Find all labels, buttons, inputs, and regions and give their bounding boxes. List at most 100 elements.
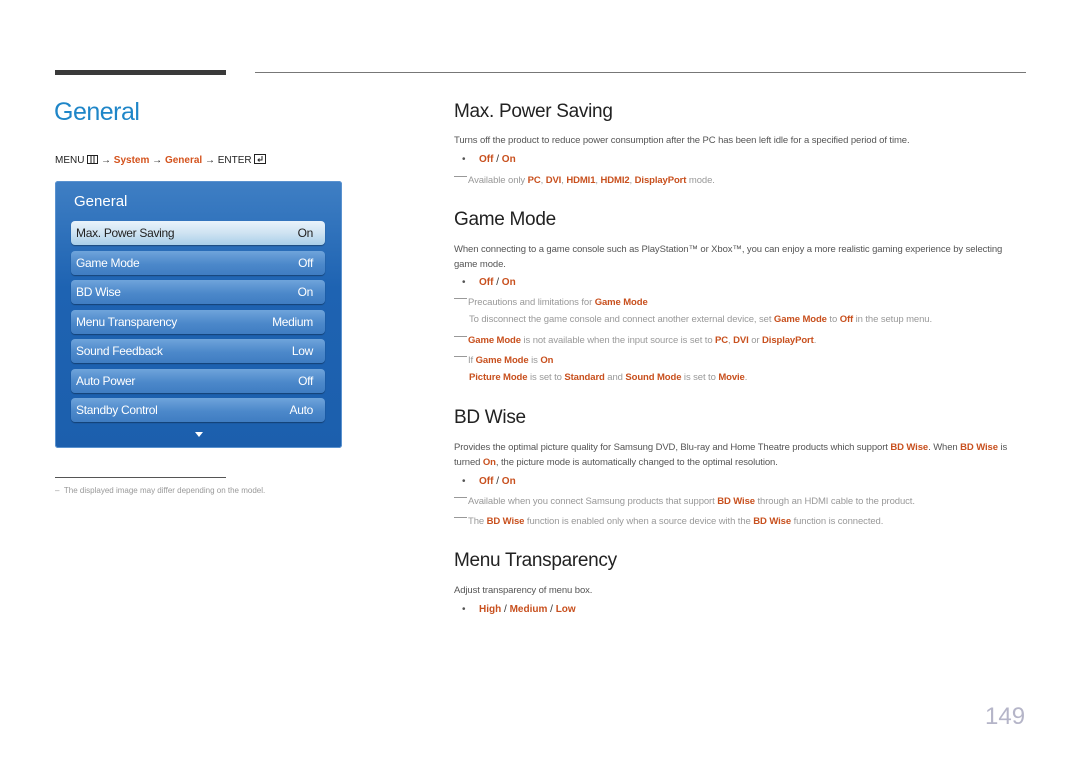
note-dash-icon bbox=[454, 336, 467, 337]
osd-item-value: Low bbox=[291, 344, 313, 358]
note-hl: Sound Mode bbox=[625, 372, 682, 383]
breadcrumb-system: System bbox=[113, 155, 150, 166]
bullet-icon: • bbox=[462, 476, 466, 487]
osd-title: General bbox=[74, 193, 128, 210]
note-text: function is connected. bbox=[791, 516, 884, 527]
desc-text: Provides the optimal picture quality for… bbox=[454, 442, 891, 453]
note-hl: HDMI2 bbox=[600, 175, 630, 186]
options-list: • Off / On bbox=[462, 154, 516, 165]
note: The BD Wise function is enabled only whe… bbox=[454, 516, 883, 527]
section-title-game-mode: Game Mode bbox=[454, 209, 556, 230]
note-hl: Game Mode bbox=[594, 297, 648, 308]
osd-item-menu-transparency[interactable]: Menu Transparency Medium bbox=[71, 310, 325, 334]
option: Low bbox=[555, 604, 576, 615]
enter-icon bbox=[254, 154, 267, 167]
desc-hl: On bbox=[482, 456, 496, 468]
note-hl: Picture Mode bbox=[469, 372, 528, 383]
note-hl: On bbox=[540, 355, 554, 366]
note: Available when you connect Samsung produ… bbox=[454, 496, 915, 507]
note-dash-icon bbox=[454, 176, 467, 177]
option-separator: / bbox=[493, 277, 502, 288]
note-text: to bbox=[826, 314, 840, 325]
section-title-bd-wise: BD Wise bbox=[454, 407, 526, 428]
desc-text: , the picture mode is automatically chan… bbox=[495, 456, 778, 468]
page-title: General bbox=[54, 98, 140, 126]
note: Precautions and limitations for Game Mod… bbox=[454, 297, 648, 308]
note-text: or bbox=[748, 335, 763, 346]
note-hl: Game Mode bbox=[773, 314, 827, 325]
note-hl: DVI bbox=[545, 175, 562, 186]
note-text: The bbox=[468, 516, 487, 527]
osd-item-sound-feedback[interactable]: Sound Feedback Low bbox=[71, 339, 325, 363]
note-hl: DisplayPort bbox=[634, 175, 687, 186]
note-text: in the setup menu. bbox=[853, 314, 933, 325]
section-title-menu-transparency: Menu Transparency bbox=[454, 550, 617, 571]
header-rule-thin bbox=[255, 72, 1026, 73]
osd-item-value: Medium bbox=[272, 315, 313, 329]
breadcrumb-enter: ENTER bbox=[217, 155, 252, 166]
note-sub: Picture Mode is set to Standard and Soun… bbox=[469, 372, 747, 383]
osd-item-standby-control[interactable]: Standby Control Auto bbox=[71, 398, 325, 422]
note: Game Mode is not available when the inpu… bbox=[454, 335, 816, 346]
breadcrumb-arrow: → bbox=[101, 155, 112, 166]
note-text: function is enabled only when a source d… bbox=[524, 516, 754, 527]
note-hl: BD Wise bbox=[717, 496, 755, 507]
note-hl: Game Mode bbox=[468, 335, 521, 346]
osd-item-value: Auto bbox=[289, 403, 314, 417]
breadcrumb-arrow: → bbox=[204, 155, 215, 166]
note-hl: HDMI1 bbox=[566, 175, 596, 186]
footnote: – The displayed image may differ dependi… bbox=[55, 486, 266, 495]
note-text: is set to bbox=[527, 372, 565, 383]
note-sub: To disconnect the game console and conne… bbox=[469, 314, 932, 325]
osd-item-bd-wise[interactable]: BD Wise On bbox=[71, 280, 325, 304]
note-dash-icon bbox=[454, 298, 467, 299]
footnote-rule bbox=[55, 477, 226, 478]
options-list: • High / Medium / Low bbox=[462, 604, 576, 615]
note-dash-icon bbox=[454, 356, 467, 357]
bullet-icon: • bbox=[462, 604, 466, 615]
footnote-text: The displayed image may differ depending… bbox=[63, 486, 266, 495]
note-text: To disconnect the game console and conne… bbox=[469, 314, 774, 325]
note-hl: DVI bbox=[733, 335, 749, 346]
desc-hl: BD Wise bbox=[960, 442, 998, 453]
note-text: is bbox=[528, 355, 541, 366]
option: Off bbox=[479, 154, 494, 165]
scroll-down-arrow-icon[interactable] bbox=[195, 432, 203, 437]
section-title-max-power-saving: Max. Power Saving bbox=[454, 101, 613, 122]
bullet-icon: • bbox=[462, 277, 466, 288]
header-rule-thick bbox=[55, 70, 226, 75]
osd-item-label: Standby Control bbox=[76, 403, 158, 417]
note-hl: Movie bbox=[718, 372, 745, 383]
note-text: mode. bbox=[686, 175, 715, 186]
note-dash-icon bbox=[454, 497, 467, 498]
note-text: Available only bbox=[468, 175, 528, 186]
option: On bbox=[501, 277, 516, 288]
osd-item-label: BD Wise bbox=[76, 285, 121, 299]
osd-item-label: Max. Power Saving bbox=[76, 226, 175, 240]
osd-item-game-mode[interactable]: Game Mode Off bbox=[71, 251, 325, 275]
osd-item-auto-power[interactable]: Auto Power Off bbox=[71, 369, 325, 393]
note: Available only PC, DVI, HDMI1, HDMI2, Di… bbox=[454, 175, 715, 186]
note-text: is set to bbox=[681, 372, 719, 383]
osd-item-value: On bbox=[297, 226, 314, 240]
osd-item-max-power-saving[interactable]: Max. Power Saving On bbox=[71, 221, 325, 245]
option-separator: / bbox=[501, 604, 510, 615]
option: On bbox=[501, 154, 516, 165]
note-text: through an HDMI cable to the product. bbox=[754, 496, 915, 507]
desc-hl: BD Wise bbox=[890, 442, 929, 453]
breadcrumb-arrow: → bbox=[152, 155, 163, 166]
menu-icon bbox=[87, 155, 99, 167]
desc-text: . When bbox=[928, 442, 961, 453]
note-text: If bbox=[468, 355, 476, 366]
breadcrumb-menu: MENU bbox=[55, 155, 85, 166]
breadcrumb: MENU → System → General → ENTER bbox=[55, 154, 267, 167]
note-hl: Standard bbox=[564, 372, 605, 383]
osd-item-label: Auto Power bbox=[76, 374, 136, 388]
option: Off bbox=[479, 277, 494, 288]
note-hl: DisplayPort bbox=[762, 335, 814, 346]
section-desc: Adjust transparency of menu box. bbox=[454, 585, 593, 596]
note-text: and bbox=[604, 372, 626, 383]
options-list: • Off / On bbox=[462, 476, 516, 487]
breadcrumb-general: General bbox=[164, 155, 203, 166]
note-text: is not available when the input source i… bbox=[520, 335, 716, 346]
